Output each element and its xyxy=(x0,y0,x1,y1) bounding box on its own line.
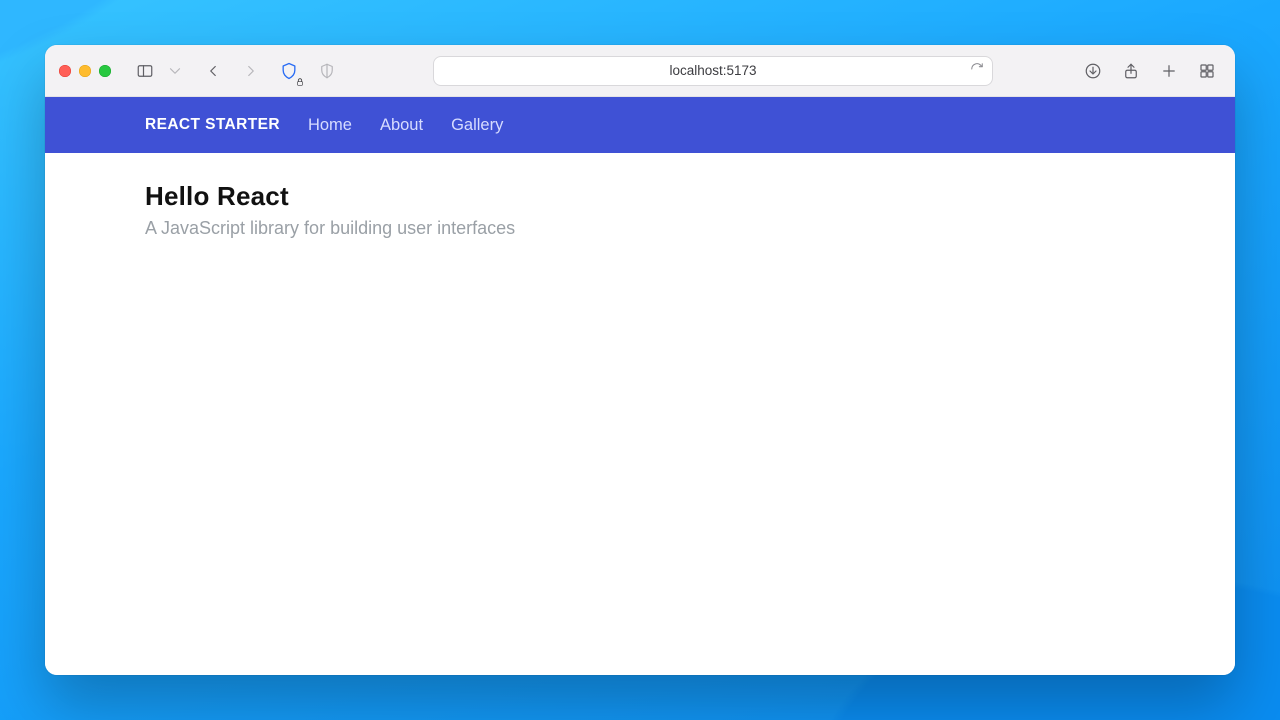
nav-forward-button[interactable] xyxy=(237,57,265,85)
window-zoom-button[interactable] xyxy=(99,65,111,77)
new-tab-button[interactable] xyxy=(1155,57,1183,85)
browser-window: localhost:5173 xyxy=(45,45,1235,675)
share-button[interactable] xyxy=(1117,57,1145,85)
browser-toolbar: localhost:5173 xyxy=(45,45,1235,97)
desktop-wallpaper: localhost:5173 xyxy=(0,0,1280,720)
nav-links: Home About Gallery xyxy=(308,116,503,135)
privacy-report-icon[interactable] xyxy=(275,57,303,85)
tab-overview-button[interactable] xyxy=(1193,57,1221,85)
page-title: Hello React xyxy=(145,181,1135,212)
app-brand: REACT STARTER xyxy=(145,116,280,134)
downloads-button[interactable] xyxy=(1079,57,1107,85)
sidebar-toggle-button[interactable] xyxy=(131,57,159,85)
nav-link-gallery[interactable]: Gallery xyxy=(451,116,503,135)
address-text: localhost:5173 xyxy=(669,63,756,78)
nav-back-button[interactable] xyxy=(199,57,227,85)
page-subtitle: A JavaScript library for building user i… xyxy=(145,218,1135,239)
app-navbar: REACT STARTER Home About Gallery xyxy=(45,97,1235,153)
reload-button[interactable] xyxy=(970,62,984,79)
page-content: Hello React A JavaScript library for bui… xyxy=(45,153,1235,267)
tab-group-dropdown[interactable] xyxy=(161,57,189,85)
webview: REACT STARTER Home About Gallery Hello R… xyxy=(45,97,1235,675)
nav-link-home[interactable]: Home xyxy=(308,116,352,135)
shield-icon[interactable] xyxy=(313,57,341,85)
window-controls xyxy=(59,65,111,77)
window-close-button[interactable] xyxy=(59,65,71,77)
window-minimize-button[interactable] xyxy=(79,65,91,77)
nav-link-about[interactable]: About xyxy=(380,116,423,135)
address-bar[interactable]: localhost:5173 xyxy=(433,56,993,86)
